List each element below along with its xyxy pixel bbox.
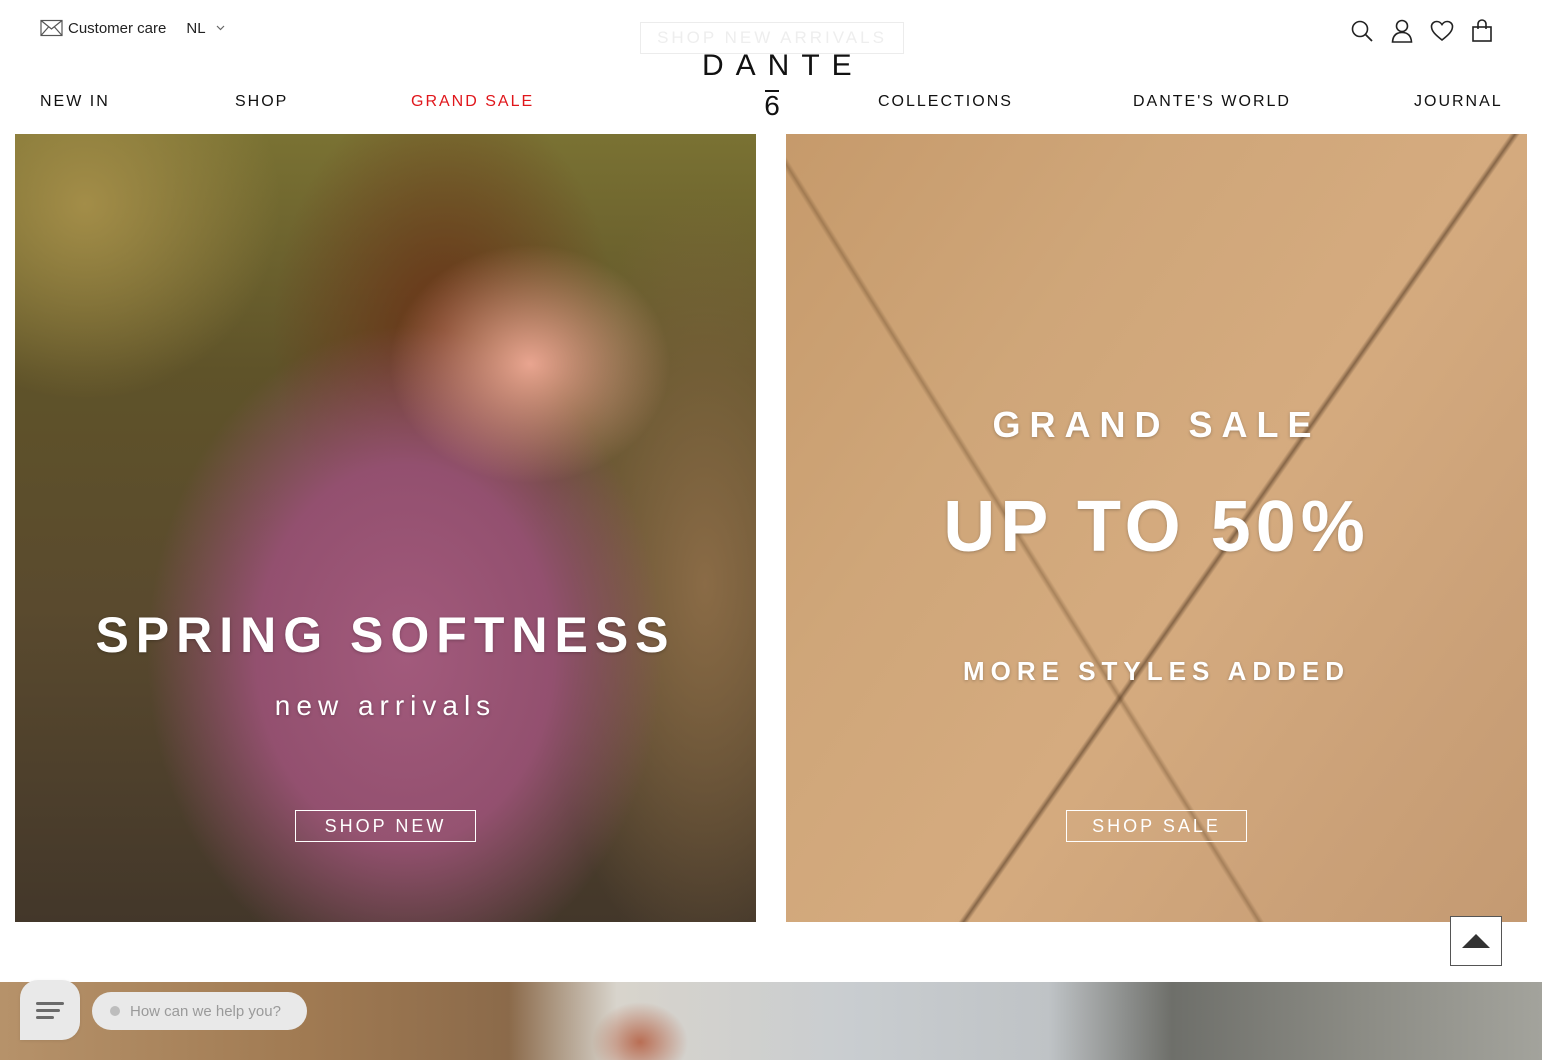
chat-prompt-text: How can we help you? — [130, 1002, 281, 1020]
hero-sale-kicker: GRAND SALE — [992, 404, 1321, 445]
nav-journal[interactable]: JOURNAL — [1414, 93, 1503, 111]
language-value: NL — [186, 19, 206, 37]
chat-launcher-button[interactable] — [20, 980, 80, 1040]
back-to-top-button[interactable] — [1450, 916, 1502, 966]
wishlist-heart-icon[interactable] — [1430, 18, 1454, 44]
language-selector[interactable]: NL — [186, 20, 224, 37]
hero-spring-title: SPRING SOFTNESS — [95, 607, 676, 663]
nav-shop[interactable]: SHOP — [235, 93, 288, 111]
caret-up-icon — [1462, 934, 1490, 948]
nav-new-in[interactable]: NEW IN — [40, 93, 110, 111]
chat-menu-icon — [36, 998, 64, 1023]
hero-sale-tile[interactable]: GRAND SALE UP TO 50% MORE STYLES ADDED S… — [786, 134, 1527, 922]
nav-grand-sale[interactable]: GRAND SALE — [411, 93, 534, 111]
nav-collections[interactable]: COLLECTIONS — [878, 93, 1013, 111]
logo-wordmark: DANTE — [702, 49, 864, 82]
chat-status-dot-icon — [110, 1006, 120, 1016]
search-icon[interactable] — [1350, 18, 1374, 44]
nav-dantes-world[interactable]: DANTE'S WORLD — [1133, 93, 1291, 111]
header-icons — [1350, 18, 1494, 44]
shop-sale-button[interactable]: SHOP SALE — [1066, 810, 1247, 842]
hero-sale-headline: UP TO 50% — [943, 487, 1370, 567]
shop-new-button[interactable]: SHOP NEW — [295, 810, 476, 842]
logo-number: 6 — [764, 90, 780, 121]
utility-bar: Customer care NL — [40, 19, 225, 37]
envelope-icon — [40, 19, 63, 37]
hero-sale-subline: MORE STYLES ADDED — [962, 656, 1351, 686]
brand-logo[interactable]: DANTE 6 — [690, 50, 854, 120]
site-header: SHOP NEW ARRIVALS Customer care NL DANTE… — [0, 0, 1542, 134]
customer-care-link[interactable]: Customer care — [68, 20, 166, 37]
hero-spring-subtitle: new arrivals — [274, 690, 497, 721]
account-icon[interactable] — [1390, 18, 1414, 44]
hero-spring-tile[interactable]: SPRING SOFTNESS new arrivals SHOP NEW — [15, 134, 756, 922]
chat-prompt-bubble[interactable]: How can we help you? — [92, 992, 307, 1030]
chevron-down-icon — [216, 25, 224, 31]
shopping-bag-icon[interactable] — [1470, 18, 1494, 44]
